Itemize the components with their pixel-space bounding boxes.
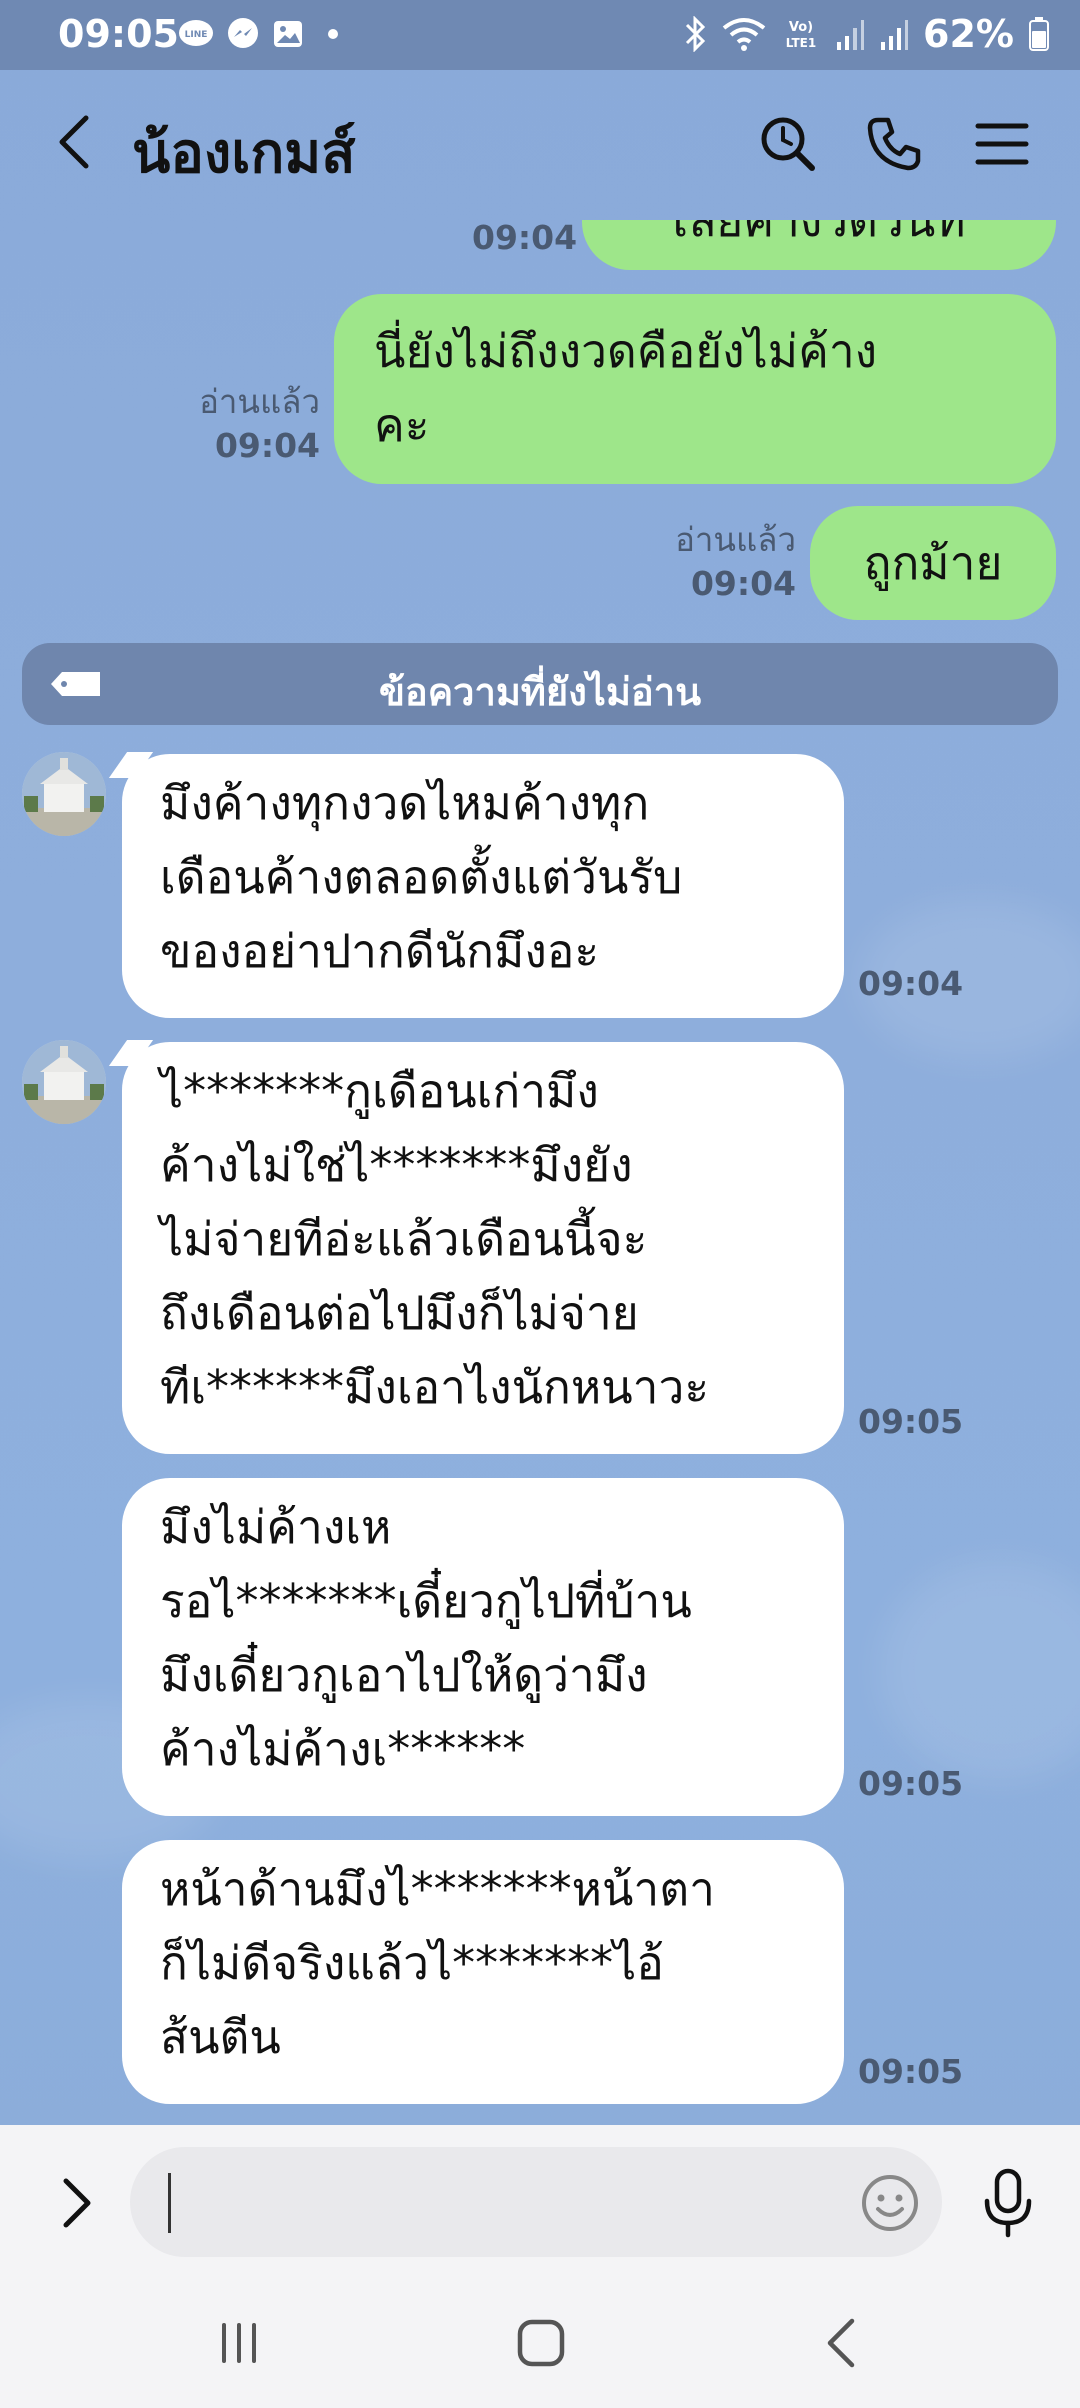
emoji-icon[interactable] — [860, 2173, 920, 2233]
back-nav-icon[interactable] — [808, 2313, 878, 2373]
avatar[interactable] — [22, 752, 106, 836]
sent-message-bubble[interactable]: นี่ยังไม่ถึงงวดคือยังไม่ค้าง คะ — [334, 294, 1056, 484]
message-line: ถึงเดือนต่อไปมึงก็ไม่จ่าย — [160, 1286, 639, 1340]
read-receipt: อ่านแล้ว — [199, 382, 320, 421]
avatar[interactable] — [22, 1040, 106, 1124]
recent-apps-icon[interactable] — [204, 2313, 274, 2373]
sent-message-bubble[interactable]: เลยค้างวดวันที่ — [582, 220, 1056, 270]
message-line: ไ*******กูเดือนเก่ามึง — [160, 1064, 599, 1118]
chat-header: น้องเกมส์ — [0, 70, 1080, 220]
status-bar: 09:05 LINE Vo) LTE1 62% — [0, 0, 1080, 70]
volte-icon: Vo) LTE1 — [786, 20, 816, 50]
message-line: ทีเ******มึงเอาไงนักหนาวะ — [160, 1360, 710, 1414]
avatar-image — [22, 752, 106, 836]
signal-icon — [881, 20, 909, 50]
message-time: 09:05 — [858, 2052, 964, 2091]
svg-text:LINE: LINE — [185, 30, 208, 40]
gallery-icon — [274, 21, 302, 47]
message-time: 09:05 — [858, 1402, 964, 1441]
message-line: รอไ*******เดี๋ยวกูไปที่บ้าน — [160, 1574, 692, 1628]
svg-text:LTE1: LTE1 — [786, 36, 816, 50]
search-icon[interactable] — [758, 114, 818, 174]
message-time: 09:04 — [690, 564, 796, 603]
menu-icon[interactable] — [972, 114, 1032, 174]
message-meta: อ่านแล้ว 09:04 — [160, 380, 320, 468]
received-message-bubble[interactable]: ไ*******กูเดือนเก่ามึง ค้างไม่ใช่ไ******… — [122, 1042, 844, 1454]
received-message-bubble[interactable]: มึงค้างทุกงวดไหมค้างทุก เดือนค้างตลอดตั้… — [122, 754, 844, 1018]
message-line: เดือนค้างตลอดตั้งแต่วันรับ — [160, 850, 683, 904]
unread-messages-divider: ข้อความที่ยังไม่อ่าน — [22, 643, 1058, 725]
message-time: 09:05 — [858, 1764, 964, 1803]
message-input[interactable] — [130, 2147, 942, 2257]
message-time: 09:04 — [214, 426, 320, 465]
signal-icon — [837, 20, 865, 50]
message-text: ถูกม้าย — [863, 536, 1003, 590]
message-line: ก็ไม่ดีจริงแล้วไ*******ไอ้ — [160, 1936, 664, 1990]
battery-percent: 62% — [923, 12, 1014, 56]
message-meta: อ่านแล้ว 09:04 — [640, 518, 796, 606]
system-icons: Vo) LTE1 62% — [683, 12, 1050, 56]
messenger-icon — [228, 18, 258, 48]
message-line: คะ — [374, 398, 430, 452]
message-time: 09:04 — [472, 218, 578, 257]
notification-icons: LINE — [178, 17, 338, 51]
message-line: ของอย่าปากดีนักมึงอะ — [160, 924, 600, 978]
bluetooth-icon — [685, 16, 706, 52]
system-navigation-bar — [0, 2273, 1080, 2408]
home-icon[interactable] — [506, 2313, 576, 2373]
phone-icon[interactable] — [864, 114, 924, 174]
message-time: 09:04 — [858, 964, 964, 1003]
status-time: 09:05 — [58, 12, 179, 56]
message-line: นี่ยังไม่ถึงงวดคือยังไม่ค้าง — [374, 324, 878, 378]
wifi-icon — [722, 18, 766, 51]
chevron-right-icon[interactable] — [52, 2173, 102, 2233]
message-text: เลยค้างวดวันที่ — [672, 220, 966, 247]
chat-title: น้องเกมส์ — [132, 121, 356, 186]
text-cursor — [168, 2173, 171, 2233]
message-line: ส้นตีน — [160, 2010, 281, 2064]
message-line: ค้างไม่ค้างเ****** — [160, 1722, 526, 1776]
message-line: มึงไม่ค้างเห — [160, 1500, 392, 1554]
unread-label: ข้อความที่ยังไม่อ่าน — [378, 670, 702, 714]
battery-icon — [1029, 17, 1049, 51]
message-input-bar — [0, 2125, 1080, 2273]
read-receipt: อ่านแล้ว — [675, 520, 796, 559]
svg-text:Vo): Vo) — [789, 20, 813, 35]
message-line: มึงค้างทุกงวดไหมค้างทุก — [160, 776, 650, 830]
message-line: มึงเดี๋ยวกูเอาไปให้ดูว่ามึง — [160, 1648, 648, 1702]
back-icon[interactable] — [50, 112, 100, 172]
more-notifications-dot — [328, 29, 338, 39]
received-message-bubble[interactable]: หน้าด้านมึงไ*******หน้าตา ก็ไม่ดีจริงแล้… — [122, 1840, 844, 2104]
message-line: ไม่จ่ายทีอ่ะแล้วเดือนนี้จะ — [160, 1212, 648, 1266]
sent-message-bubble[interactable]: ถูกม้าย — [810, 506, 1056, 620]
message-line: หน้าด้านมึงไ*******หน้าตา — [160, 1862, 715, 1916]
avatar-image — [22, 1040, 106, 1124]
background-cloud — [880, 1560, 1080, 1780]
received-message-bubble[interactable]: มึงไม่ค้างเห รอไ*******เดี๋ยวกูไปที่บ้าน… — [122, 1478, 844, 1816]
microphone-icon[interactable] — [978, 2167, 1038, 2239]
message-line: ค้างไม่ใช่ไ*******มึงยัง — [160, 1138, 633, 1192]
line-icon: LINE — [179, 20, 213, 46]
